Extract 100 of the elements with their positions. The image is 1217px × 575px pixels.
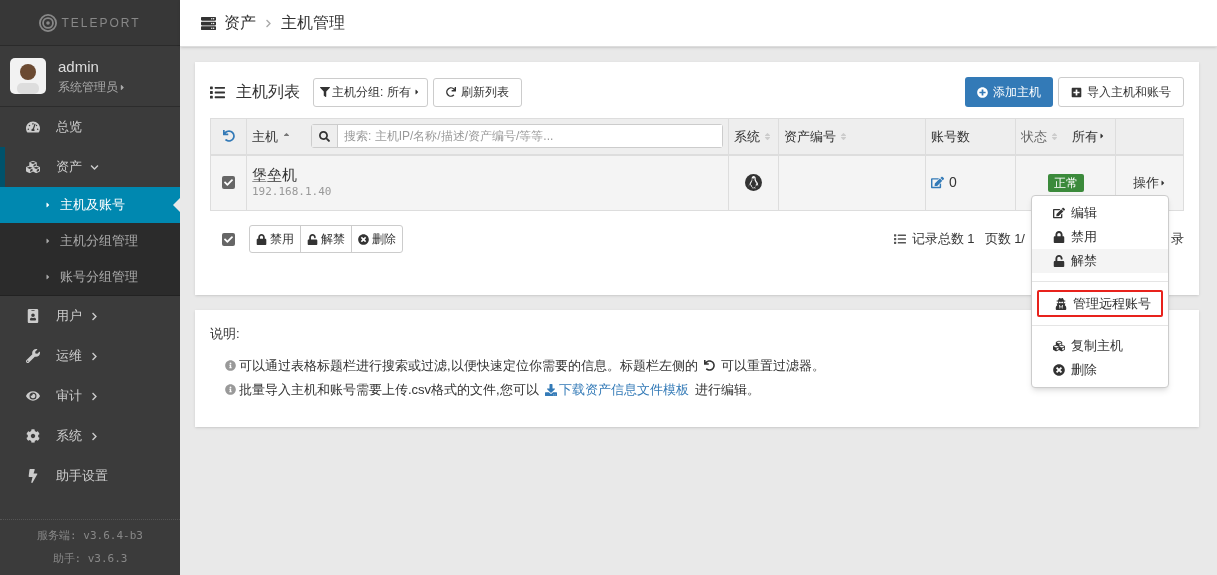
menu-item[interactable]: 复制主机 <box>1037 334 1163 358</box>
list-icon <box>893 233 906 245</box>
submenu-label: 主机及账号 <box>60 196 125 215</box>
nav-label: 系统 <box>56 427 82 446</box>
bulk-action-button[interactable]: 解禁 <box>300 225 352 253</box>
search-icon <box>319 130 330 142</box>
dashboard-icon <box>26 120 40 134</box>
user-role[interactable]: 系统管理员 <box>58 78 127 97</box>
info-icon <box>225 384 236 395</box>
caret-right-icon <box>118 82 127 92</box>
add-host-button[interactable]: 添加主机 <box>965 77 1053 107</box>
refresh-button[interactable]: 刷新列表 <box>432 77 522 107</box>
bolt-icon <box>26 469 40 483</box>
nav-label: 助手设置 <box>56 467 108 486</box>
note-text: 可以重置过滤器。 <box>720 356 825 375</box>
delete-icon <box>358 233 369 245</box>
breadcrumb-separator-icon <box>264 18 273 28</box>
info-icon <box>225 360 236 371</box>
notes-title: 说明: <box>210 325 241 343</box>
import-button[interactable]: 导入主机和账号 <box>1058 77 1184 107</box>
submenu-item[interactable]: 主机分组管理 <box>0 223 180 259</box>
nav-item[interactable]: 总览 <box>0 107 180 147</box>
server-icon <box>201 15 216 31</box>
menu-item[interactable]: 解禁 <box>1032 249 1168 273</box>
edit-icon <box>1053 207 1065 219</box>
download-link[interactable]: 下载资产信息文件模板 <box>544 379 689 400</box>
column-header: 账号数 <box>931 128 970 144</box>
status-badge: 正常 <box>1047 174 1084 192</box>
lock-icon <box>1053 231 1065 243</box>
submenu-label: 主机分组管理 <box>60 232 138 251</box>
cubes-icon <box>26 160 40 174</box>
plus-icon <box>977 86 988 98</box>
avatar <box>10 58 46 94</box>
cubes-icon <box>1053 340 1065 352</box>
nav-item[interactable]: 助手设置 <box>0 456 180 496</box>
reset-filter-header[interactable] <box>210 118 247 155</box>
id-card-icon <box>26 309 40 323</box>
nav-item[interactable]: 审计 <box>0 376 180 416</box>
nav-item[interactable]: 用户 <box>0 296 180 336</box>
action-dropdown[interactable]: 操作 <box>1132 173 1167 193</box>
search-field[interactable]: 搜索: 主机IP/名称/描述/资产编号/等等... <box>311 124 723 149</box>
unlock-icon <box>1053 255 1065 267</box>
active-pointer <box>173 198 180 212</box>
host-name: 堡垒机 <box>252 165 298 184</box>
logo-icon <box>39 13 58 32</box>
status-filter[interactable]: 所有 <box>1072 126 1106 146</box>
settings-icon <box>26 429 40 443</box>
column-header[interactable]: 主机 <box>252 126 278 146</box>
column-header[interactable]: 状态 <box>1021 126 1047 146</box>
nav-item[interactable]: 系统 <box>0 416 180 456</box>
user-name: admin <box>58 56 100 77</box>
delete-icon <box>1053 364 1065 376</box>
caret-right-icon <box>1098 132 1106 141</box>
caret-right-icon <box>44 237 52 245</box>
submenu-label: 账号分组管理 <box>60 268 138 287</box>
refresh-icon <box>445 87 456 97</box>
submenu-item[interactable]: 账号分组管理 <box>0 259 180 295</box>
sort-icon <box>839 131 848 141</box>
record-count: 记录总数 1 <box>911 230 975 249</box>
breadcrumb-item: 主机管理 <box>281 13 345 33</box>
menu-item[interactable]: 禁用 <box>1037 225 1163 249</box>
chevron-right-icon <box>90 391 99 401</box>
edit-icon <box>931 176 944 190</box>
list-icon <box>210 84 225 100</box>
menu-item[interactable]: 编辑 <box>1037 201 1163 225</box>
checkbox[interactable] <box>221 232 235 246</box>
card-title: 主机列表 <box>236 82 300 102</box>
chevron-down-icon <box>90 162 99 172</box>
column-header[interactable]: 资产编号 <box>784 126 836 146</box>
agent-icon <box>1055 297 1067 310</box>
filter-icon <box>320 87 330 97</box>
host-ip: 192.168.1.40 <box>252 183 333 200</box>
nav-label: 资产 <box>56 158 82 177</box>
group-filter-button[interactable]: 主机分组: 所有 <box>313 77 428 107</box>
note-text: 进行编辑。 <box>694 380 760 399</box>
nav-item[interactable]: 运维 <box>0 336 180 376</box>
note-text: 可以通过表格标题栏进行搜索或过滤,以便快速定位你需要的信息。标题栏左侧的 <box>239 356 698 375</box>
menu-item[interactable]: 删除 <box>1037 358 1163 382</box>
page-info: 页数 1/ <box>984 230 1025 249</box>
bulk-action-button[interactable]: 禁用 <box>249 225 301 253</box>
bulk-action-button[interactable]: 删除 <box>351 225 403 253</box>
version-text: 助手: v3.6.3 <box>52 550 128 567</box>
chevron-right-icon <box>90 351 99 361</box>
unlock-icon <box>307 233 318 245</box>
nav-label: 总览 <box>56 118 82 137</box>
page-info-tail: 录 <box>1171 230 1184 249</box>
menu-item[interactable]: 管理远程账号 <box>1037 290 1163 317</box>
logo-text: TELEPORT <box>61 14 141 32</box>
nav-label: 用户 <box>56 307 82 326</box>
nav-item[interactable]: 资产 <box>0 147 180 187</box>
download-icon <box>544 383 557 396</box>
submenu-item[interactable]: 主机及账号 <box>0 187 180 223</box>
chevron-right-icon <box>90 311 99 321</box>
eye-icon <box>26 389 40 403</box>
breadcrumb-item[interactable]: 资产 <box>224 11 256 35</box>
reset-icon <box>703 360 715 371</box>
sort-icon <box>1050 131 1059 141</box>
chevron-right-icon <box>90 431 99 441</box>
checkbox[interactable] <box>222 176 235 189</box>
note-text: 批量导入主机和账号需要上传.csv格式的文件,您可以 <box>239 380 539 399</box>
